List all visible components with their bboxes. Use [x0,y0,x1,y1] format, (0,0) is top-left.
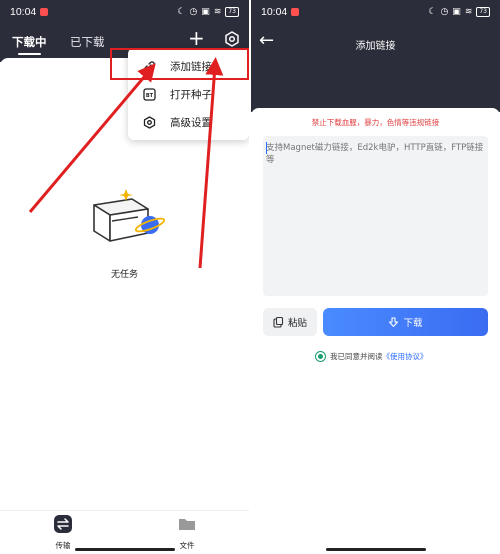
menu-item-label: 高级设置 [170,116,212,129]
wifi-icon: ≋ [213,7,222,17]
tab-downloaded[interactable]: 已下载 [70,34,105,50]
svg-text:BT: BT [145,93,153,99]
download-button[interactable]: 下载 [323,308,488,336]
alarm-icon: ◷ [440,7,449,17]
menu-item-label: 打开种子 [170,88,212,101]
download-label: 下载 [403,318,423,329]
sim-icon: ▣ [201,7,210,17]
folder-icon [179,519,195,530]
home-indicator [75,548,175,551]
status-bar: 10:04 ☾ ◷ ▣ ≋ 73 [251,0,500,24]
agreement-row: 我已同意并阅读 《使用协议》 [315,351,428,362]
empty-box-illustration [93,189,166,242]
agree-text: 我已同意并阅读 [330,352,383,361]
gear-icon[interactable] [224,31,240,47]
terms-link[interactable]: 《使用协议》 [383,351,428,362]
tab-downloading[interactable]: 下载中 [12,34,47,55]
moon-icon: ☾ [428,7,437,17]
paste-button[interactable]: 粘贴 [263,308,317,336]
notification-icon [40,8,49,16]
warning-text: 禁止下载血腥，暴力，色情等违规链接 [311,118,440,127]
notification-icon [291,8,300,16]
status-time: 10:04 [261,6,288,18]
status-bar: 10:04 ☾ ◷ ▣ ≋ 73 [0,0,249,24]
status-icons: ☾ ◷ ▣ ≋ 73 [177,7,239,17]
nav-transfer[interactable]: 传输 [33,515,93,551]
link-input[interactable] [263,136,488,296]
moon-icon: ☾ [177,7,186,17]
page-title: 添加链接 [355,41,396,52]
highlight-box [110,48,249,80]
paste-icon [273,316,284,328]
menu-item-advanced-settings[interactable]: 高级设置 [128,108,249,136]
alarm-icon: ◷ [189,7,198,17]
battery-icon: 73 [225,7,239,17]
empty-state-text: 无任务 [110,270,138,280]
home-indicator [326,548,426,551]
screenshot-root: 10:04 ☾ ◷ ▣ ≋ 73 下载中 已下载 + 无任务 添加链接 BT 打… [0,0,500,554]
add-icon[interactable]: + [188,28,205,48]
transfer-icon [54,515,72,533]
battery-icon: 73 [476,7,490,17]
wifi-icon: ≋ [464,7,473,17]
paste-label: 粘贴 [287,318,307,329]
download-icon [389,316,399,327]
menu-item-open-torrent[interactable]: BT 打开种子 [128,80,249,108]
add-link-screen: 10:04 ☾ ◷ ▣ ≋ 73 ← 添加链接 禁止下载血腥，暴力，色情等违规链… [251,0,500,554]
status-time: 10:04 [10,6,37,18]
sim-icon: ▣ [452,7,461,17]
settings-hex-icon [142,115,156,129]
status-icons: ☾ ◷ ▣ ≋ 73 [428,7,490,17]
bottom-nav: 传输 文件 [0,510,249,554]
nav-files[interactable]: 文件 [157,515,217,551]
download-list-screen: 10:04 ☾ ◷ ▣ ≋ 73 下载中 已下载 + 无任务 添加链接 BT 打… [0,0,249,554]
agree-radio[interactable] [315,351,326,362]
text-caret [266,142,267,154]
bt-icon: BT [142,87,156,101]
